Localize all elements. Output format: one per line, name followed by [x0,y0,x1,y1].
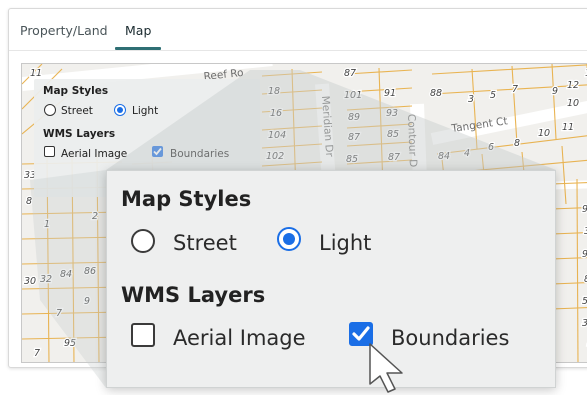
mouse-cursor-icon [369,343,403,393]
aerial-image-checkbox-zoom[interactable] [131,323,155,347]
street-radio-zoom[interactable] [131,229,155,253]
aerial-image-label-zoom: Aerial Image [173,326,306,350]
light-radio-zoom[interactable] [277,227,301,251]
light-label-zoom: Light [319,231,372,255]
wms-layers-heading-zoom: WMS Layers [121,283,266,307]
map-styles-heading-zoom: Map Styles [121,187,252,211]
magnified-map-layer-control: Map Styles Street Light WMS Layers Aeria… [106,170,556,388]
street-label-zoom: Street [173,231,237,255]
